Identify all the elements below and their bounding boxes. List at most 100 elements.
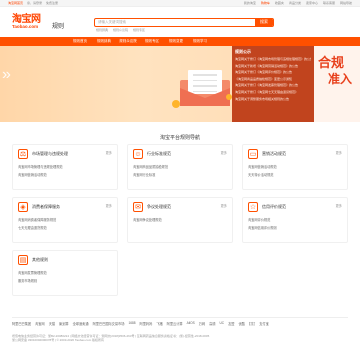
notice-item[interactable]: 淘宝网关于修订《淘宝网七天无理由退货规范》 — [235, 90, 311, 94]
footer-link[interactable]: 全球速卖通 — [73, 321, 89, 326]
more-link[interactable]: 更多 — [106, 203, 112, 208]
nav-item[interactable]: 规则学习 — [188, 39, 212, 44]
rule-card[interactable]: ☺ 行业标准规范 更多 淘宝网商品品质抽检规范 淘宝网行业标准 — [127, 144, 233, 190]
top-link-register[interactable]: 免费注册 — [46, 1, 58, 5]
top-link-site-nav[interactable]: 网站导航 — [340, 1, 352, 5]
card-link[interactable]: 淘宝网消费者保障服务规范 — [18, 217, 112, 222]
footer-link[interactable]: 飞猪 — [156, 321, 162, 326]
notice-item[interactable]: 《淘宝网商品品质抽检规范》变更公示通知 — [235, 77, 311, 81]
chevron-left-icon[interactable]: » — [2, 66, 11, 84]
card-title[interactable]: 市场管理与违规处理 — [32, 151, 68, 157]
card-title[interactable]: 消费者保障服务 — [32, 204, 60, 210]
hot-term[interactable]: 规则专区 — [133, 28, 145, 32]
card-title[interactable]: 营销活动规范 — [262, 151, 286, 157]
notice-item[interactable]: 淘宝网关于新增《淘宝网营销活动规范》的公告 — [235, 64, 311, 68]
footer-link[interactable]: AliOS — [187, 321, 195, 326]
more-link[interactable]: 更多 — [221, 203, 227, 208]
rule-card[interactable]: ▭ 营销活动规范 更多 淘宝网营销活动规范 天天特价活动规范 — [242, 144, 348, 190]
monitor-icon: ▭ — [248, 149, 258, 159]
chat-icon: ✉ — [133, 202, 143, 212]
card-link[interactable]: 淘宝网市场管理与违规处理规范 — [18, 164, 112, 169]
top-link-cart[interactable]: 购物车 — [261, 1, 270, 5]
card-link[interactable]: 天天特价活动规范 — [248, 172, 342, 177]
card-link[interactable]: 淘宝网发票管理规范 — [18, 270, 112, 275]
footer-link[interactable]: 高德 — [209, 321, 215, 326]
card-title[interactable]: 行业标准规范 — [147, 151, 171, 157]
footer-link[interactable]: UC — [220, 321, 225, 326]
page: 淘宝网首页 亲，请登录 免费注册 我的淘宝 购物车 收藏夹 商品分类 卖家中心 … — [0, 0, 360, 360]
nav-item[interactable]: 规则首页 — [68, 39, 92, 44]
card-link[interactable]: 淘宝网评价规范 — [248, 217, 342, 222]
more-link[interactable]: 更多 — [106, 150, 112, 155]
notice-item[interactable]: 淘宝网关于修订《淘宝网发票管理规范》的公告 — [235, 83, 311, 87]
more-link[interactable]: 更多 — [336, 203, 342, 208]
rule-notice-panel: 规则公示 淘宝网关于修订《淘宝网市场管理与违规处理规范》的公告 淘宝网关于新增《… — [232, 46, 360, 122]
card-title[interactable]: 其他规则 — [32, 257, 48, 263]
nav-item[interactable]: 规则辞典 — [92, 39, 116, 44]
search-input[interactable]: 请输入关键词搜索 — [95, 19, 255, 26]
rule-category-grid: ⚖ 市场管理与违规处理 更多 淘宝网市场管理与违规处理规范 淘宝网营销活动规范 … — [12, 144, 348, 296]
rule-card[interactable]: ▤ 其他规则 淘宝网发票管理规范 服务市场规则 — [12, 250, 118, 296]
more-link[interactable]: 更多 — [221, 150, 227, 155]
people-icon: ☺ — [133, 149, 143, 159]
top-link-login[interactable]: 亲，请登录 — [27, 1, 42, 5]
footer-link[interactable]: 阿里巴巴集团 — [12, 321, 31, 326]
nav-item[interactable]: 规则专区 — [140, 39, 164, 44]
footer-link[interactable]: 1688 — [128, 321, 135, 326]
rule-card[interactable]: ✉ 争议处理规范 更多 淘宝网争议处理规范 — [127, 197, 233, 243]
card-link[interactable]: 淘宝网营销活动规范 — [18, 172, 112, 177]
footer-link[interactable]: 阿里巴巴国际交易市场 — [93, 321, 125, 326]
footer-link[interactable]: 天猫 — [49, 321, 55, 326]
card-title[interactable]: 争议处理规范 — [147, 204, 171, 210]
hot-term[interactable]: 规则辞典 — [96, 28, 108, 32]
top-link-categories[interactable]: 商品分类 — [289, 1, 301, 5]
footer-link[interactable]: 优酷 — [238, 321, 244, 326]
rule-card[interactable]: ◈ 消费者保障服务 更多 淘宝网消费者保障服务规范 七天无理由退货规范 — [12, 197, 118, 243]
top-link-my-taobao[interactable]: 我的淘宝 — [244, 1, 256, 5]
footer-link[interactable]: 淘宝网 — [35, 321, 45, 326]
rule-card[interactable]: ⚖ 市场管理与违规处理 更多 淘宝网市场管理与违规处理规范 淘宝网营销活动规范 — [12, 144, 118, 190]
more-link[interactable]: 更多 — [336, 150, 342, 155]
notice-list: 规则公示 淘宝网关于修订《淘宝网市场管理与违规处理规范》的公告 淘宝网关于新增《… — [232, 46, 314, 122]
header: 淘宝网 Taobao.com 规则 请输入关键词搜索 搜索 — [0, 7, 360, 37]
card-link[interactable]: 七天无理由退货规范 — [18, 225, 112, 230]
scale-icon: ⚖ — [18, 149, 28, 159]
card-link[interactable]: 服务市场规则 — [18, 278, 112, 283]
compliance-promo-image[interactable]: 合规 准入 — [314, 46, 360, 122]
coin-icon — [172, 100, 180, 108]
top-link-favorites[interactable]: 收藏夹 — [275, 1, 284, 5]
card-title[interactable]: 信用评价规范 — [262, 204, 286, 210]
search-box: 请输入关键词搜索 搜索 — [94, 17, 275, 27]
footer-link[interactable]: 钉钉 — [249, 321, 255, 326]
footer-link[interactable]: 阿里妈妈 — [140, 321, 153, 326]
notice-item[interactable]: 淘宝网关于调整服务市场相关规则的公告 — [235, 97, 311, 101]
nav-item[interactable]: 规则众议院 — [116, 39, 140, 44]
top-link-service[interactable]: 联系客服 — [323, 1, 335, 5]
card-link[interactable]: 淘宝网争议处理规范 — [133, 217, 227, 222]
shield-icon: ◈ — [18, 202, 28, 212]
card-link[interactable]: 淘宝网营销活动规范 — [248, 164, 342, 169]
envelope-illustration — [180, 70, 230, 106]
search-button[interactable]: 搜索 — [255, 18, 274, 26]
top-link-home[interactable]: 淘宝网首页 — [8, 1, 23, 5]
hot-term[interactable]: 规则众议院 — [113, 28, 128, 32]
card-link[interactable]: 淘宝网商品品质抽检规范 — [133, 164, 227, 169]
hero-banner[interactable]: » 规则公示 淘宝网关于修订《淘宝网市场管理与违规处理规范》的公告 淘宝网关于新… — [0, 46, 360, 122]
main-nav: 规则首页 规则辞典 规则众议院 规则专区 规则变更 规则学习 — [0, 37, 360, 46]
hot-terms: 规则辞典 规则众议院 规则专区 — [96, 28, 145, 32]
footer-link[interactable]: 阿里云计算 — [167, 321, 183, 326]
footer-legal: 增值电信业务经营许可证：浙B2-20080224 | 网络文化经营许可证：浙网文… — [12, 334, 348, 342]
top-link-seller-center[interactable]: 卖家中心 — [306, 1, 318, 5]
rule-card[interactable]: ☆ 信用评价规范 更多 淘宝网评价规范 淘宝网信用评价规则 — [242, 197, 348, 243]
section-title: 淘宝平台规则导航 — [159, 135, 200, 141]
notice-item[interactable]: 淘宝网关于修订《淘宝网评价规范》的公告 — [235, 70, 311, 74]
nav-item[interactable]: 规则变更 — [164, 39, 188, 44]
card-link[interactable]: 淘宝网信用评价规则 — [248, 225, 342, 230]
notice-item[interactable]: 淘宝网关于修订《淘宝网市场管理与违规处理规范》的公告 — [235, 57, 311, 61]
footer-link[interactable]: 万网 — [199, 321, 205, 326]
card-link[interactable]: 淘宝网行业标准 — [133, 172, 227, 177]
footer-link[interactable]: 聚划算 — [59, 321, 69, 326]
taobao-logo[interactable]: 淘宝网 Taobao.com — [12, 14, 50, 30]
footer-link[interactable]: 支付宝 — [259, 321, 269, 326]
footer-link[interactable]: 友盟 — [228, 321, 234, 326]
